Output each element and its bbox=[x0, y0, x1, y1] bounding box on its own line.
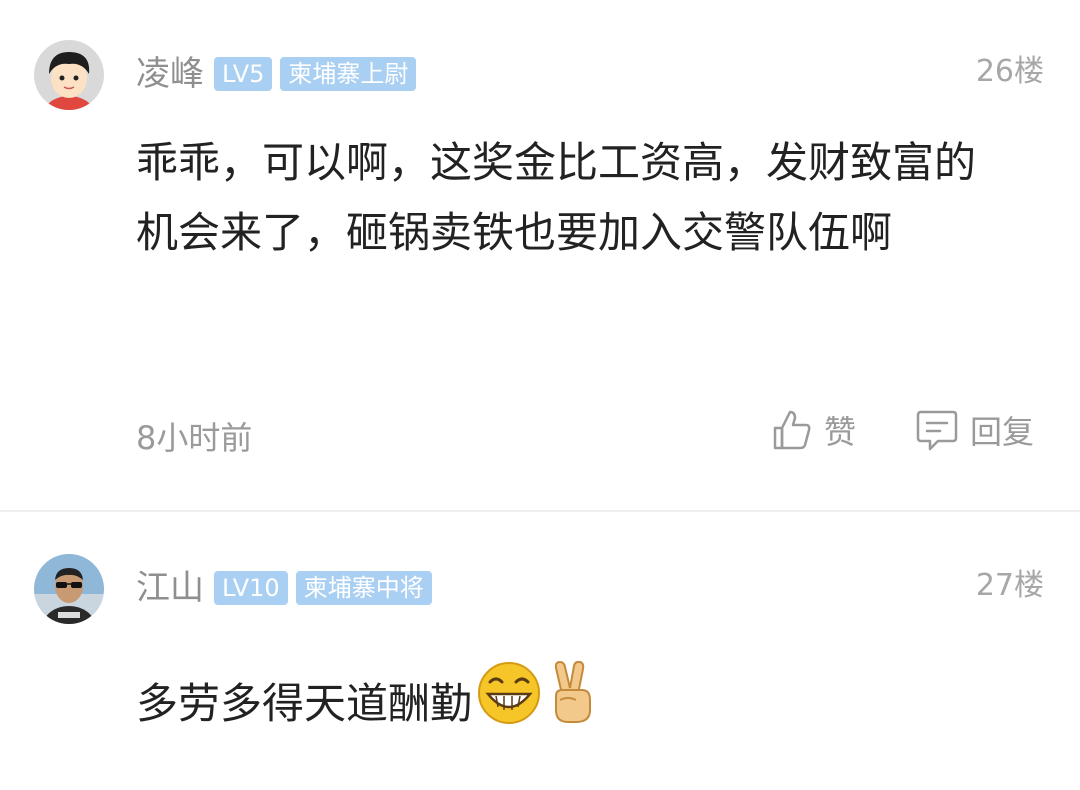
avatar[interactable] bbox=[34, 554, 104, 624]
comment-header: 凌峰 LV5 柬埔寨上尉 bbox=[136, 54, 424, 94]
timestamp: 8小时前 bbox=[136, 419, 253, 457]
comment-header: 江山 LV10 柬埔寨中将 bbox=[136, 568, 440, 608]
like-button[interactable]: 赞 bbox=[772, 405, 856, 455]
floor-number: 27楼 bbox=[975, 568, 1044, 603]
title-badge: 柬埔寨上尉 bbox=[280, 57, 417, 91]
comment-text: 乖乖，可以啊，这奖金比工资高，发财致富的机会来了，砸锅卖铁也要加入交警队伍啊 bbox=[136, 138, 977, 257]
level-badge: LV5 bbox=[214, 57, 273, 91]
comment-body: 多劳多得天道酬勤 bbox=[136, 660, 1016, 747]
username[interactable]: 凌峰 bbox=[136, 54, 204, 94]
comment-item: 凌峰 LV5 柬埔寨上尉 26楼 乖乖，可以啊，这奖金比工资高，发财致富的机会来… bbox=[0, 0, 1080, 510]
comment-bubble-icon bbox=[916, 410, 958, 451]
like-label: 赞 bbox=[824, 413, 857, 451]
reply-button[interactable]: 回复 bbox=[916, 405, 1034, 455]
avatar[interactable] bbox=[34, 40, 104, 110]
comment-text: 多劳多得天道酬勤 bbox=[136, 678, 473, 728]
grinning-face-emoji bbox=[476, 660, 542, 747]
username[interactable]: 江山 bbox=[136, 568, 204, 608]
floor-number: 26楼 bbox=[975, 54, 1044, 89]
comment-footer: 8小时前 赞 回复 bbox=[136, 405, 1044, 457]
thumbs-up-icon bbox=[773, 410, 811, 450]
comment-item: 江山 LV10 柬埔寨中将 27楼 多劳多得天道酬勤 bbox=[0, 512, 1080, 790]
level-badge: LV10 bbox=[214, 571, 288, 605]
victory-hand-emoji bbox=[546, 660, 598, 747]
title-badge: 柬埔寨中将 bbox=[295, 571, 432, 605]
reply-label: 回复 bbox=[970, 413, 1035, 451]
